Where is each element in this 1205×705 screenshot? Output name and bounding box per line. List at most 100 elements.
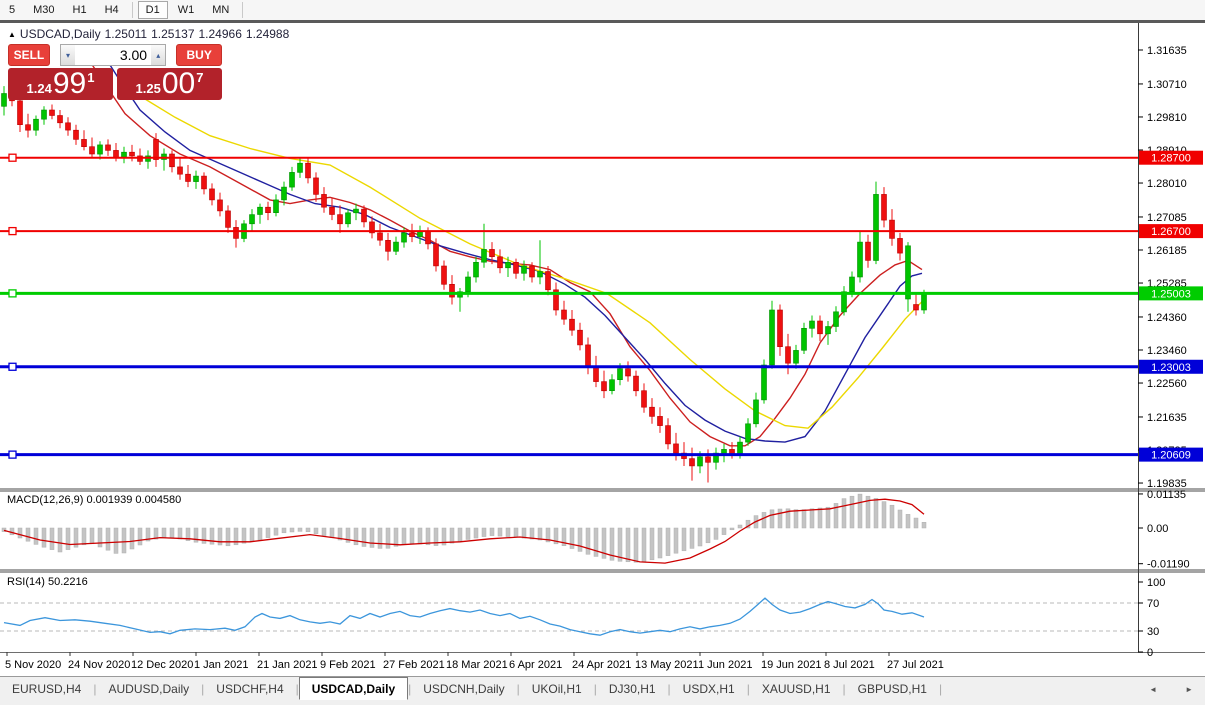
candle-body (522, 266, 527, 273)
chart-symbol-label: USDCAD,Daily (20, 27, 101, 41)
one-click-trade-panel: SELL ▾ ▴ BUY 1.24 99 1 1.25 00 7 (8, 44, 222, 100)
timeframe-button-h4[interactable]: H4 (97, 1, 127, 19)
macd-histogram-bar (498, 528, 502, 536)
tab-scroll-left-icon[interactable]: ◄ (1149, 685, 1157, 694)
date-label: 19 Jun 2021 (761, 659, 822, 671)
volume-input[interactable] (75, 44, 151, 66)
chart-tab-eurusd-h4[interactable]: EURUSD,H4 (0, 678, 93, 699)
candle-body (914, 305, 919, 311)
candle-body (130, 152, 135, 156)
candle-body (570, 319, 575, 330)
buy-button[interactable]: BUY (176, 44, 222, 66)
candle-body (826, 327, 831, 334)
toolbar-separator (132, 2, 133, 18)
candle-body (378, 233, 383, 240)
price-level-anchor[interactable] (9, 451, 16, 458)
date-label: 27 Jul 2021 (887, 659, 944, 671)
volume-decrease-button[interactable]: ▾ (60, 44, 75, 66)
date-label: 18 Mar 2021 (446, 659, 508, 671)
macd-histogram-bar (458, 528, 462, 541)
date-label: 21 Jan 2021 (257, 659, 318, 671)
macd-histogram-bar (530, 528, 534, 539)
chart-tab-xauusd-h1[interactable]: XAUUSD,H1 (750, 678, 843, 699)
macd-histogram-bar (642, 528, 646, 562)
price-tick-label: 1.27085 (1147, 212, 1187, 224)
sell-button[interactable]: SELL (8, 44, 50, 66)
macd-histogram-bar (42, 528, 46, 547)
macd-histogram-bar (490, 528, 494, 536)
macd-histogram-bar (466, 528, 470, 539)
candle-body (722, 449, 727, 453)
candle-body (2, 94, 7, 107)
macd-histogram-bar (810, 509, 814, 528)
chart-tab-gbpusd-h1[interactable]: GBPUSD,H1 (846, 678, 939, 699)
chart-tab-usdchf-h4[interactable]: USDCHF,H4 (204, 678, 295, 699)
chart-canvas[interactable]: 1.316351.307101.298101.289101.280101.270… (0, 0, 1205, 676)
candle-body (634, 376, 639, 391)
timeframe-button-d1[interactable]: D1 (138, 1, 168, 19)
candle-body (594, 367, 599, 382)
candle-body (746, 424, 751, 442)
macd-histogram-bar (658, 528, 662, 558)
candle-body (834, 312, 839, 327)
candle-body (410, 233, 415, 237)
macd-histogram-bar (202, 528, 206, 543)
candle-body (666, 426, 671, 444)
price-level-anchor[interactable] (9, 154, 16, 161)
chart-tab-usdcad-daily[interactable]: USDCAD,Daily (299, 677, 408, 700)
timeframe-button-mn[interactable]: MN (204, 1, 237, 19)
price-tick-label: 1.23460 (1147, 345, 1187, 357)
timeframe-button-h1[interactable]: H1 (65, 1, 95, 19)
candle-body (282, 187, 287, 200)
candle-body (290, 172, 295, 187)
macd-label: MACD(12,26,9) 0.001939 0.004580 (7, 494, 181, 506)
date-label: 13 May 2021 (635, 659, 699, 671)
rsi-tick-label: 30 (1147, 626, 1159, 638)
candle-body (202, 176, 207, 189)
tab-scroll-right-icon[interactable]: ► (1185, 685, 1193, 694)
price-level-anchor[interactable] (9, 290, 16, 297)
candle-body (298, 163, 303, 172)
macd-histogram-bar (794, 510, 798, 528)
candle-body (434, 244, 439, 266)
candle-body (178, 167, 183, 174)
collapse-icon[interactable]: ▲ (8, 30, 16, 39)
candle-body (762, 365, 767, 400)
macd-histogram-bar (170, 528, 174, 537)
chart-tab-dj30-h1[interactable]: DJ30,H1 (597, 678, 668, 699)
candle-body (626, 369, 631, 376)
macd-histogram-bar (242, 528, 246, 543)
macd-histogram-bar (738, 525, 742, 528)
macd-histogram-bar (882, 502, 886, 528)
chart-tab-ukoil-h1[interactable]: UKOil,H1 (520, 678, 594, 699)
candle-body (18, 101, 23, 125)
candle-body (386, 240, 391, 251)
candle-body (34, 119, 39, 130)
chart-tab-audusd-daily[interactable]: AUDUSD,Daily (96, 678, 201, 699)
candle-body (690, 459, 695, 466)
candle-body (402, 233, 407, 242)
candle-body (346, 213, 351, 224)
timeframe-button-w1[interactable]: W1 (170, 1, 203, 19)
price-level-anchor[interactable] (9, 363, 16, 370)
volume-increase-button[interactable]: ▴ (151, 44, 166, 66)
chart-tab-usdx-h1[interactable]: USDX,H1 (671, 678, 747, 699)
candle-body (234, 227, 239, 238)
macd-histogram-bar (898, 510, 902, 528)
candle-body (890, 220, 895, 238)
candle-body (226, 211, 231, 228)
timeframe-button-5[interactable]: 5 (1, 1, 23, 19)
tab-separator: | (939, 682, 942, 696)
macd-histogram-bar (706, 528, 710, 543)
candle-body (474, 262, 479, 277)
sell-price[interactable]: 1.24 99 1 (8, 68, 113, 100)
macd-histogram-bar (626, 528, 630, 562)
buy-price[interactable]: 1.25 00 7 (117, 68, 222, 100)
macd-histogram-bar (130, 528, 134, 549)
chart-tab-usdcnh-daily[interactable]: USDCNH,Daily (411, 678, 516, 699)
timeframe-button-m30[interactable]: M30 (25, 1, 62, 19)
price-level-anchor[interactable] (9, 228, 16, 235)
macd-histogram-bar (770, 510, 774, 528)
macd-histogram-bar (314, 528, 318, 534)
candle-body (490, 249, 495, 256)
